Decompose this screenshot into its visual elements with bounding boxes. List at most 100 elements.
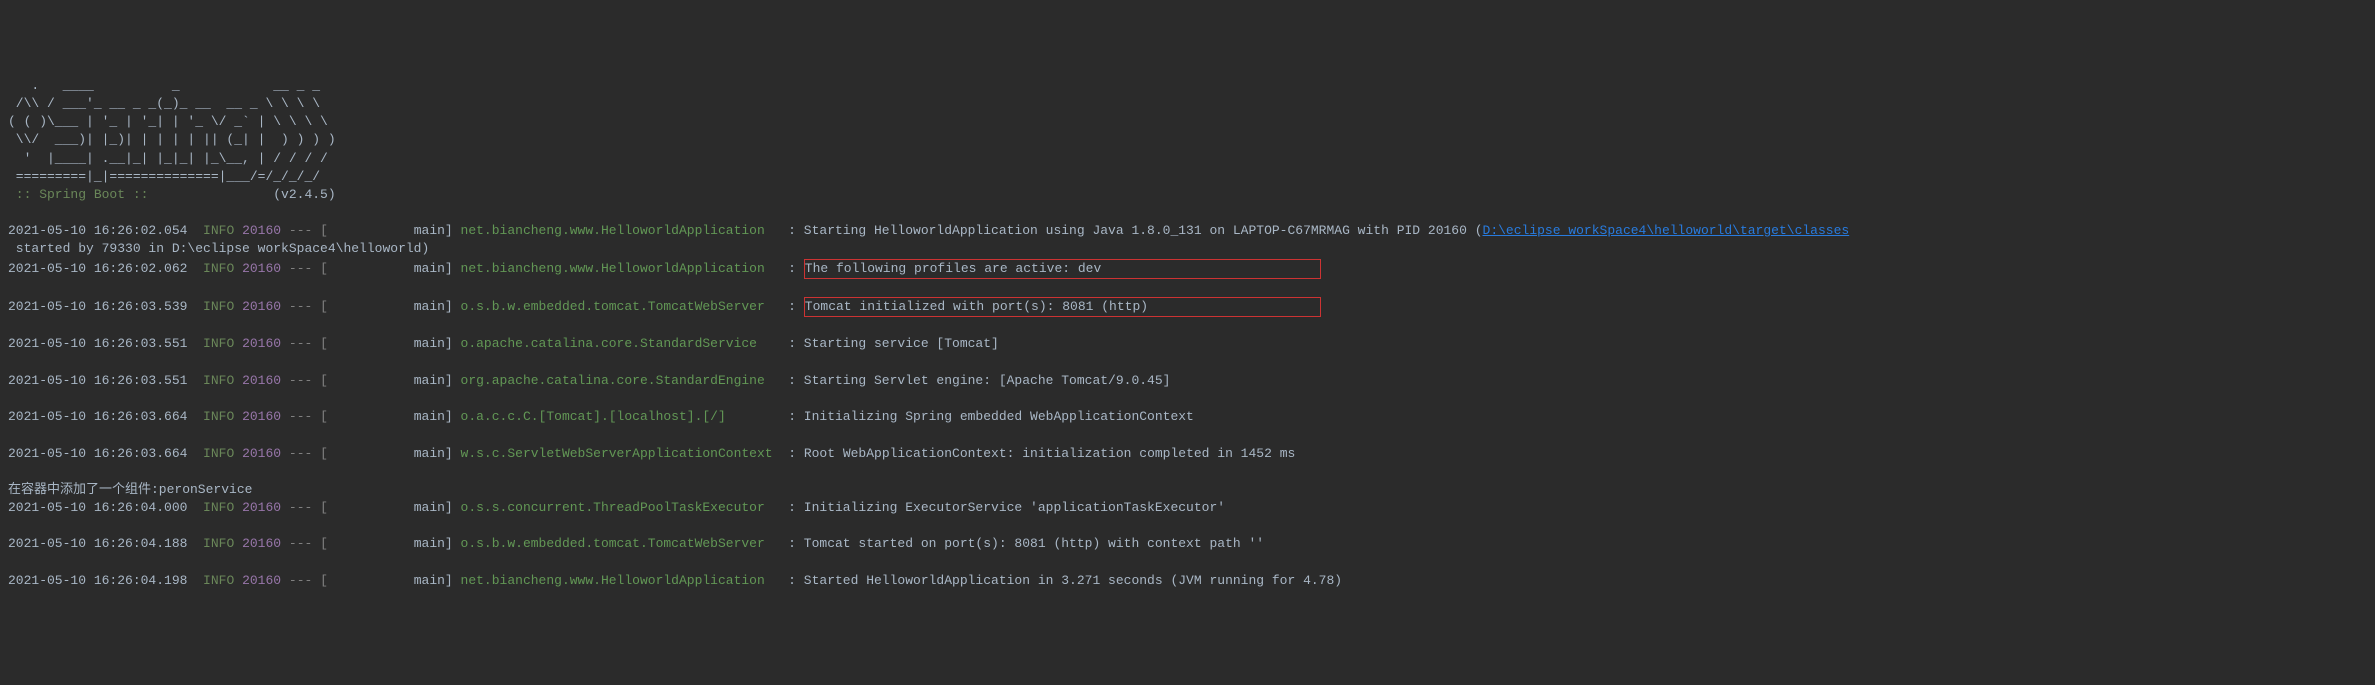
log-message: Started HelloworldApplication in 3.271 s… (804, 573, 1342, 588)
log-row: 2021-05-10 16:26:04.188 INFO 20160 --- [… (8, 535, 2367, 553)
file-path-link[interactable]: D:\eclipse workSpace4\helloworld\target\… (1483, 223, 1850, 238)
log-sep: --- [ (281, 500, 328, 515)
log-timestamp: 2021-05-10 16:26:04.198 (8, 573, 187, 588)
log-message: Tomcat started on port(s): 8081 (http) w… (804, 536, 1264, 551)
log-thread: main] (328, 373, 461, 388)
log-pid: 20160 (242, 223, 281, 238)
log-pid: 20160 (242, 336, 281, 351)
log-pid: 20160 (242, 573, 281, 588)
log-row: 2021-05-10 16:26:03.539 INFO 20160 --- [… (8, 297, 2367, 317)
log-row: 2021-05-10 16:26:03.664 INFO 20160 --- [… (8, 408, 2367, 426)
ascii-art-line: ' |____| .__|_| |_|_| |_\__, | / / / / (8, 151, 328, 166)
log-level: INFO (203, 446, 234, 461)
spring-boot-version: (v2.4.5) (156, 187, 335, 202)
log-thread: main] (328, 261, 461, 276)
log-sep: --- [ (281, 446, 328, 461)
log-colon: : (757, 336, 804, 351)
log-sep: --- [ (281, 573, 328, 588)
log-level: INFO (203, 336, 234, 351)
log-timestamp: 2021-05-10 16:26:02.054 (8, 223, 187, 238)
log-message: Starting HelloworldApplication using Jav… (804, 223, 1483, 238)
log-message: Root WebApplicationContext: initializati… (804, 446, 1295, 461)
ascii-art-line: /\\ / ___'_ __ _ _(_)_ __ __ _ \ \ \ \ (8, 96, 320, 111)
log-level: INFO (203, 299, 234, 314)
log-sep: --- [ (281, 261, 328, 276)
log-level: INFO (203, 500, 234, 515)
log-sep: --- [ (281, 373, 328, 388)
log-sep: --- [ (281, 536, 328, 551)
log-timestamp: 2021-05-10 16:26:02.062 (8, 261, 187, 276)
log-thread: main] (328, 409, 461, 424)
log-message: Initializing ExecutorService 'applicatio… (804, 500, 1225, 515)
log-timestamp: 2021-05-10 16:26:03.664 (8, 409, 187, 424)
log-level: INFO (203, 373, 234, 388)
log-level: INFO (203, 223, 234, 238)
log-message: Starting service [Tomcat] (804, 336, 999, 351)
log-level: INFO (203, 409, 234, 424)
log-timestamp: 2021-05-10 16:26:03.551 (8, 373, 187, 388)
log-thread: main] (328, 299, 461, 314)
log-pid: 20160 (242, 446, 281, 461)
log-timestamp: 2021-05-10 16:26:03.664 (8, 446, 187, 461)
ascii-art-line: \\/ ___)| |_)| | | | | || (_| | ) ) ) ) (8, 132, 336, 147)
log-colon: : (765, 299, 804, 314)
log-message: Starting Servlet engine: [Apache Tomcat/… (804, 373, 1171, 388)
log-thread: main] (328, 500, 461, 515)
log-continuation: started by 79330 in D:\eclipse workSpace… (8, 241, 429, 256)
log-logger: o.s.s.concurrent.ThreadPoolTaskExecutor (461, 500, 765, 515)
log-thread: main] (328, 536, 461, 551)
log-logger: o.a.c.c.C.[Tomcat].[localhost].[/] (461, 409, 726, 424)
log-row: 2021-05-10 16:26:04.198 INFO 20160 --- [… (8, 572, 2367, 590)
log-message: Initializing Spring embedded WebApplicat… (804, 409, 1194, 424)
highlight-box: Tomcat initialized with port(s): 8081 (h… (804, 297, 1321, 317)
log-colon: : (765, 373, 804, 388)
log-row: 2021-05-10 16:26:04.000 INFO 20160 --- [… (8, 499, 2367, 517)
log-logger: net.biancheng.www.HelloworldApplication (461, 223, 765, 238)
highlight-box: The following profiles are active: dev (804, 259, 1321, 279)
log-colon: : (773, 446, 804, 461)
log-logger: o.s.b.w.embedded.tomcat.TomcatWebServer (461, 536, 765, 551)
log-pid: 20160 (242, 409, 281, 424)
log-colon: : (765, 536, 804, 551)
console-output: . ____ _ __ _ _ /\\ / ___'_ __ _ _(_)_ _… (8, 77, 2367, 590)
log-message: The following profiles are active: dev (805, 261, 1101, 276)
log-colon: : (765, 223, 804, 238)
log-timestamp: 2021-05-10 16:26:03.539 (8, 299, 187, 314)
ascii-art-line: =========|_|==============|___/=/_/_/_/ (8, 169, 320, 184)
spring-boot-label: :: Spring Boot :: (8, 187, 156, 202)
log-logger: net.biancheng.www.HelloworldApplication (461, 573, 765, 588)
log-sep: --- [ (281, 336, 328, 351)
log-row: 2021-05-10 16:26:02.054 INFO 20160 --- [… (8, 222, 2367, 240)
log-row: 2021-05-10 16:26:03.551 INFO 20160 --- [… (8, 335, 2367, 353)
log-level: INFO (203, 573, 234, 588)
log-pid: 20160 (242, 500, 281, 515)
log-logger: net.biancheng.www.HelloworldApplication (461, 261, 765, 276)
log-pid: 20160 (242, 536, 281, 551)
log-colon: : (726, 409, 804, 424)
log-row: 2021-05-10 16:26:03.551 INFO 20160 --- [… (8, 372, 2367, 390)
log-thread: main] (328, 336, 461, 351)
ascii-art-line: . ____ _ __ _ _ (8, 78, 320, 93)
log-sep: --- [ (281, 409, 328, 424)
log-sep: --- [ (281, 223, 328, 238)
log-logger: w.s.c.ServletWebServerApplicationContext (461, 446, 773, 461)
log-message: Tomcat initialized with port(s): 8081 (h… (805, 299, 1148, 314)
ascii-art-line: ( ( )\___ | '_ | '_| | '_ \/ _` | \ \ \ … (8, 114, 328, 129)
log-logger: org.apache.catalina.core.StandardEngine (461, 373, 765, 388)
log-level: INFO (203, 261, 234, 276)
log-level: INFO (203, 536, 234, 551)
log-colon: : (765, 573, 804, 588)
log-row: 2021-05-10 16:26:03.664 INFO 20160 --- [… (8, 445, 2367, 463)
log-thread: main] (328, 223, 461, 238)
log-colon: : (765, 500, 804, 515)
log-sep: --- [ (281, 299, 328, 314)
log-logger: o.s.b.w.embedded.tomcat.TomcatWebServer (461, 299, 765, 314)
app-output-line: 在容器中添加了一个组件:peronService (8, 482, 252, 497)
log-timestamp: 2021-05-10 16:26:03.551 (8, 336, 187, 351)
log-thread: main] (328, 446, 461, 461)
log-pid: 20160 (242, 373, 281, 388)
log-timestamp: 2021-05-10 16:26:04.000 (8, 500, 187, 515)
log-pid: 20160 (242, 299, 281, 314)
log-thread: main] (328, 573, 461, 588)
log-colon: : (765, 261, 804, 276)
